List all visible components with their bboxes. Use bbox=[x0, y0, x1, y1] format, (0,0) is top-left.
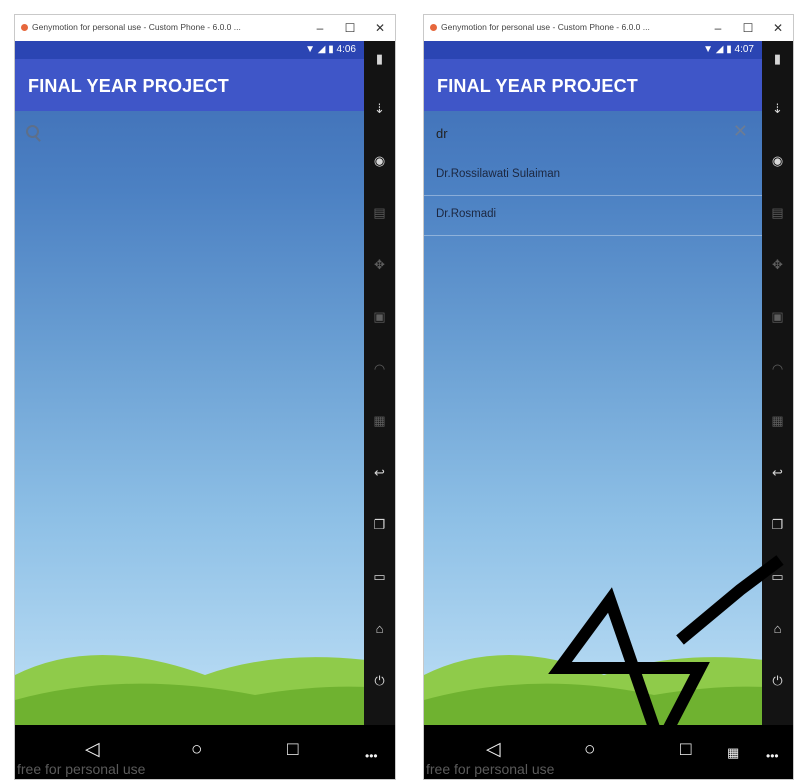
power-icon[interactable]: ⏻ bbox=[762, 673, 793, 689]
window-controls: – ☐ ✕ bbox=[711, 19, 785, 37]
app-bar: FINAL YEAR PROJECT bbox=[424, 59, 762, 111]
close-icon[interactable]: ✕ bbox=[733, 121, 748, 142]
recent-apps-icon[interactable]: ❐ bbox=[762, 517, 793, 533]
back-icon[interactable]: ↩ bbox=[762, 465, 793, 481]
minimize-button[interactable]: – bbox=[711, 19, 725, 37]
keyboard-toggle-icon[interactable]: ▦ bbox=[727, 742, 739, 764]
dpad-icon[interactable]: ✥ bbox=[762, 257, 793, 273]
genymotion-logo-icon bbox=[21, 24, 28, 31]
hills-background bbox=[15, 655, 364, 725]
search-bar: ✕ bbox=[424, 111, 762, 155]
menu-icon[interactable]: ▭ bbox=[364, 569, 395, 585]
nav-back-button[interactable]: ◁ bbox=[85, 739, 100, 761]
dpad-icon[interactable]: ✥ bbox=[364, 257, 395, 273]
search-icon[interactable] bbox=[26, 125, 39, 138]
watermark: free for personal use bbox=[17, 761, 146, 777]
hills-background bbox=[424, 655, 762, 725]
nav-back-button[interactable]: ◁ bbox=[486, 739, 501, 761]
webcam-icon[interactable]: ◉ bbox=[762, 153, 793, 169]
signal-icon: ◢ bbox=[715, 44, 724, 55]
phone-screen: ▼ ◢ ▮ 4:07 FINAL YEAR PROJECT ✕ Dr.Rossi… bbox=[424, 41, 762, 725]
list-item[interactable]: Dr.Rossilawati Sulaiman bbox=[424, 155, 762, 196]
more-button[interactable]: ••• bbox=[365, 745, 378, 767]
result-label: Dr.Rossilawati Sulaiman bbox=[436, 168, 560, 180]
recent-apps-icon[interactable]: ❐ bbox=[364, 517, 395, 533]
search-input[interactable] bbox=[436, 123, 636, 143]
menu-icon[interactable]: ▭ bbox=[762, 569, 793, 585]
status-bar: ▼ ◢ ▮ 4:06 bbox=[15, 41, 364, 59]
genymotion-sidebar: ▮ ⇣ ◉ ▤ ✥ ▣ ◠ ▦ ↩ ❐ ▭ ⌂ ⏻ bbox=[364, 41, 395, 725]
battery-status-icon: ▮ bbox=[726, 44, 732, 55]
gps-icon[interactable]: ⇣ bbox=[762, 101, 793, 117]
battery-icon[interactable]: ▮ bbox=[762, 51, 793, 67]
list-item[interactable]: Dr.Rosmadi bbox=[424, 195, 762, 236]
maximize-button[interactable]: ☐ bbox=[343, 19, 357, 37]
phone: ▼ ◢ ▮ 4:06 FINAL YEAR PROJECT ▮ ⇣ ◉ ▤ ✥ … bbox=[15, 41, 395, 779]
app-title: FINAL YEAR PROJECT bbox=[437, 76, 638, 96]
app-title: FINAL YEAR PROJECT bbox=[28, 76, 229, 96]
more-button[interactable]: ••• bbox=[766, 745, 779, 767]
genymotion-logo-icon bbox=[430, 24, 437, 31]
emulator-window-right: Genymotion for personal use - Custom Pho… bbox=[423, 14, 794, 780]
remote-control-icon[interactable]: ▤ bbox=[364, 205, 395, 221]
app-bar: FINAL YEAR PROJECT bbox=[15, 59, 364, 111]
navigation-bar: ◁ ○ □ ▦ ••• free for personal use bbox=[424, 725, 793, 779]
window-title: Genymotion for personal use - Custom Pho… bbox=[441, 22, 650, 32]
close-button[interactable]: ✕ bbox=[771, 19, 785, 37]
window-title: Genymotion for personal use - Custom Pho… bbox=[32, 22, 241, 32]
nav-home-button[interactable]: ○ bbox=[191, 739, 202, 761]
gps-icon[interactable]: ⇣ bbox=[364, 101, 395, 117]
result-label: Dr.Rosmadi bbox=[436, 208, 497, 220]
watermark: free for personal use bbox=[426, 761, 555, 777]
webcam-icon[interactable]: ◉ bbox=[364, 153, 395, 169]
power-icon[interactable]: ⏻ bbox=[364, 673, 395, 689]
cast-icon[interactable]: ◠ bbox=[762, 361, 793, 377]
wifi-icon: ▼ bbox=[305, 44, 315, 55]
status-bar: ▼ ◢ ▮ 4:07 bbox=[424, 41, 762, 59]
battery-status-icon: ▮ bbox=[328, 44, 334, 55]
id-icon[interactable]: ▣ bbox=[364, 309, 395, 325]
id-icon[interactable]: ▣ bbox=[762, 309, 793, 325]
home-icon[interactable]: ⌂ bbox=[364, 621, 395, 637]
home-icon[interactable]: ⌂ bbox=[762, 621, 793, 637]
battery-icon[interactable]: ▮ bbox=[364, 51, 395, 67]
phone: ▼ ◢ ▮ 4:07 FINAL YEAR PROJECT ✕ Dr.Rossi… bbox=[424, 41, 793, 779]
title-bar: Genymotion for personal use - Custom Pho… bbox=[15, 15, 395, 42]
status-time: 4:07 bbox=[734, 44, 754, 55]
window-controls: – ☐ ✕ bbox=[313, 19, 387, 37]
emulator-window-left: Genymotion for personal use - Custom Pho… bbox=[14, 14, 396, 780]
back-icon[interactable]: ↩ bbox=[364, 465, 395, 481]
navigation-bar: ◁ ○ □ ••• free for personal use bbox=[15, 725, 395, 779]
remote-control-icon[interactable]: ▤ bbox=[762, 205, 793, 221]
nav-recent-button[interactable]: □ bbox=[287, 739, 298, 761]
status-time: 4:06 bbox=[336, 44, 356, 55]
nav-home-button[interactable]: ○ bbox=[584, 739, 595, 761]
signal-icon: ◢ bbox=[317, 44, 326, 55]
maximize-button[interactable]: ☐ bbox=[741, 19, 755, 37]
wifi-icon: ▼ bbox=[703, 44, 713, 55]
nav-recent-button[interactable]: □ bbox=[680, 739, 691, 761]
genymotion-sidebar: ▮ ⇣ ◉ ▤ ✥ ▣ ◠ ▦ ↩ ❐ ▭ ⌂ ⏻ bbox=[762, 41, 793, 725]
keyboard-icon[interactable]: ▦ bbox=[762, 413, 793, 429]
minimize-button[interactable]: – bbox=[313, 19, 327, 37]
search-bar[interactable] bbox=[15, 111, 364, 155]
cast-icon[interactable]: ◠ bbox=[364, 361, 395, 377]
keyboard-icon[interactable]: ▦ bbox=[364, 413, 395, 429]
title-bar: Genymotion for personal use - Custom Pho… bbox=[424, 15, 793, 42]
close-button[interactable]: ✕ bbox=[373, 19, 387, 37]
phone-screen: ▼ ◢ ▮ 4:06 FINAL YEAR PROJECT bbox=[15, 41, 364, 725]
